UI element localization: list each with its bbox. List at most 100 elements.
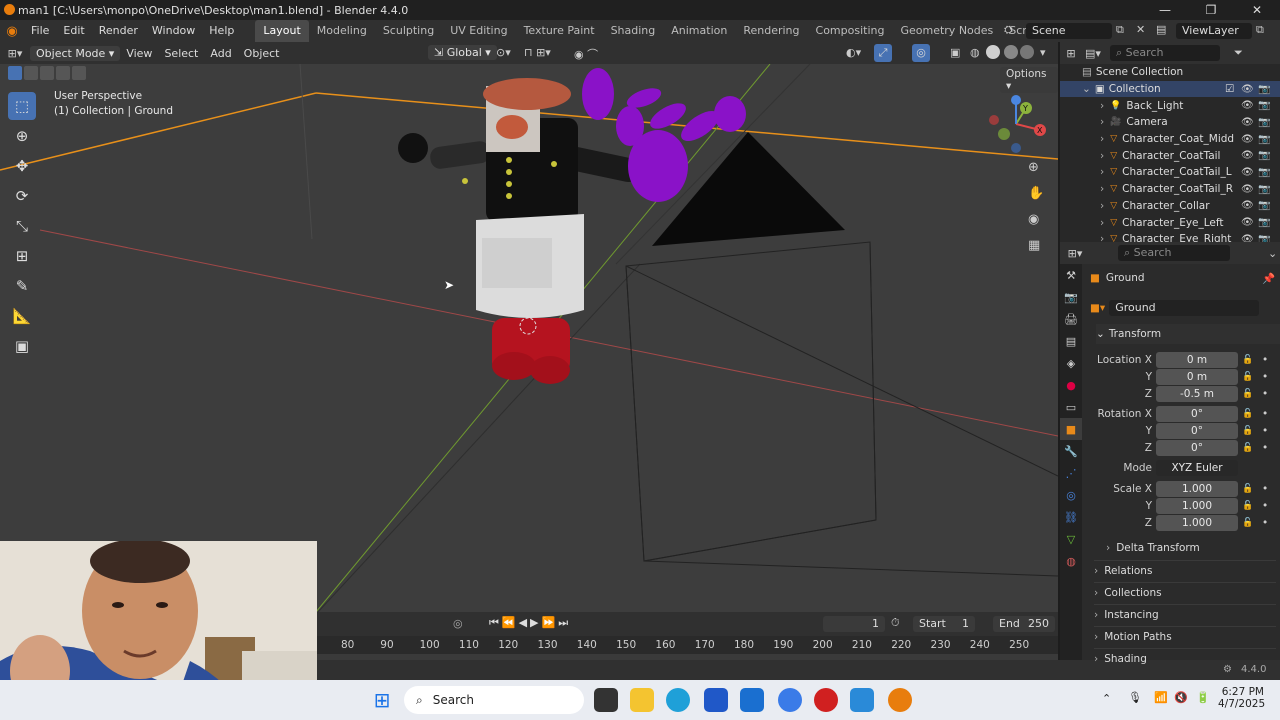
expand-icon[interactable]: › <box>1100 150 1104 162</box>
tab-geometry-nodes[interactable]: Geometry Nodes <box>892 20 1001 42</box>
camera-render-icon[interactable]: 📷 <box>1258 167 1270 178</box>
tool-tab-icon[interactable]: ⚒ <box>1060 264 1082 286</box>
new-scene-icon[interactable]: ⧉ <box>1116 23 1124 37</box>
navigation-gizmo[interactable]: Y X <box>986 94 1046 154</box>
lock-icon[interactable]: 🔓 <box>1242 426 1253 436</box>
timeline[interactable]: ◎ ⏮⏪◀▶⏩⏭ 1 ⏱ Start 1 End 250 80 90 100 110 120… <box>317 612 1058 660</box>
collection-checkbox[interactable]: ☑ <box>1225 83 1234 95</box>
view-layer-tab-icon[interactable]: ▤ <box>1060 330 1082 352</box>
tab-animation[interactable]: Animation <box>663 20 735 42</box>
panel-relations[interactable]: › Relations <box>1094 560 1276 580</box>
outliner-item[interactable]: › ▽ Character_Eye_Left 👁 📷 <box>1060 214 1280 231</box>
collapse-icon[interactable]: ⌄ <box>1082 83 1091 95</box>
data-tab-icon[interactable]: ▽ <box>1060 528 1082 550</box>
material-shading-icon[interactable] <box>1004 45 1018 59</box>
rotate-icon[interactable]: ⟳ <box>8 182 36 210</box>
eye-icon[interactable]: 👁 <box>1241 184 1254 195</box>
camera-render-icon[interactable]: 📷 <box>1258 100 1270 111</box>
panel-collections[interactable]: › Collections <box>1094 582 1276 602</box>
object-tab-icon[interactable]: ■ <box>1060 418 1082 440</box>
location-x-field[interactable]: 0 m <box>1156 352 1238 368</box>
menu-render[interactable]: Render <box>92 20 145 42</box>
blender-taskbar-icon[interactable] <box>888 688 912 712</box>
tab-sculpting[interactable]: Sculpting <box>375 20 442 42</box>
camera-render-icon[interactable]: 📷 <box>1258 117 1270 128</box>
panel-shading[interactable]: › Shading <box>1094 648 1276 668</box>
properties-options-icon[interactable]: ⌄ <box>1268 247 1277 260</box>
select-intersect-icon[interactable] <box>72 66 86 80</box>
tab-rendering[interactable]: Rendering <box>735 20 807 42</box>
outliner-item[interactable]: › ▽ Character_CoatTail_L 👁 📷 <box>1060 164 1280 181</box>
snap-icon[interactable]: ⊓ ⊞▾ <box>524 46 551 59</box>
scale-x-field[interactable]: 1.000 <box>1156 481 1238 497</box>
battery-icon[interactable]: 🔋 <box>1196 691 1210 704</box>
tab-uv-editing[interactable]: UV Editing <box>442 20 515 42</box>
zoom-icon[interactable]: ⊕ <box>1028 160 1039 175</box>
keyframe-dot-icon[interactable]: • <box>1262 408 1268 420</box>
location-y-field[interactable]: 0 m <box>1156 369 1238 385</box>
outliner-search-input[interactable]: ⌕ Search <box>1110 45 1220 61</box>
lock-icon[interactable]: 🔓 <box>1242 355 1253 365</box>
wireframe-shading-icon[interactable]: ◍ <box>970 46 980 59</box>
collection-tab-icon[interactable]: ▭ <box>1060 396 1082 418</box>
orientation-dropdown[interactable]: ⇲ Global ▾ <box>428 45 497 60</box>
camera-view-icon[interactable]: ◉ <box>1028 212 1039 227</box>
eye-icon[interactable]: 👁 <box>1241 134 1254 145</box>
outliner-item[interactable]: › 🎥 Camera 👁 📷 <box>1060 114 1280 131</box>
material-tab-icon[interactable]: ◍ <box>1060 550 1082 572</box>
3d-viewport[interactable]: User Perspective (1) Collection | Ground… <box>0 64 1058 612</box>
tab-texture-paint[interactable]: Texture Paint <box>516 20 603 42</box>
outliner-item[interactable]: › 💡 Back_Light 👁 📷 <box>1060 97 1280 114</box>
expand-icon[interactable]: › <box>1100 183 1104 195</box>
proportional-edit-icon[interactable]: ◉ ⌒ <box>574 46 598 62</box>
blender-menu-icon[interactable]: ◉ <box>0 24 24 39</box>
eye-icon[interactable]: 👁 <box>1241 200 1254 211</box>
tray-chevron-icon[interactable]: ⌃ <box>1102 692 1111 705</box>
scale-y-field[interactable]: 1.000 <box>1156 498 1238 514</box>
transform-panel-header[interactable]: ⌄ Transform <box>1096 324 1280 344</box>
pin-icon[interactable]: 📌 <box>1262 272 1275 285</box>
volume-icon[interactable]: 🔇 <box>1174 691 1188 704</box>
render-tab-icon[interactable]: 📷 <box>1060 286 1082 308</box>
menu-file[interactable]: File <box>24 20 56 42</box>
panel-instancing[interactable]: › Instancing <box>1094 604 1276 624</box>
expand-icon[interactable]: › <box>1100 200 1104 212</box>
overlay-toggle-icon[interactable]: ◎ <box>912 44 930 62</box>
keyframe-dot-icon[interactable]: • <box>1262 388 1268 400</box>
clock[interactable]: 6:27 PM 4/7/2025 <box>1218 686 1265 710</box>
menu-object[interactable]: Object <box>238 47 286 60</box>
tab-compositing[interactable]: Compositing <box>808 20 893 42</box>
collection-row[interactable]: ⌄ ▣ Collection ☑ 👁 📷 <box>1060 80 1280 98</box>
mode-dropdown[interactable]: Object Mode ▾ <box>30 45 121 61</box>
solid-shading-icon[interactable] <box>986 45 1000 59</box>
constraints-tab-icon[interactable]: ⛓ <box>1060 506 1082 528</box>
panel-delta-transform[interactable]: › Delta Transform <box>1106 538 1276 558</box>
camera-render-icon[interactable]: 📷 <box>1258 150 1270 161</box>
outliner-item[interactable]: › ▽ Character_Collar 👁 📷 <box>1060 198 1280 215</box>
visibility-icon[interactable]: ◐▾ <box>846 46 861 59</box>
properties-editor-icon[interactable]: ⊞▾ <box>1060 247 1090 260</box>
minimize-button[interactable]: — <box>1142 0 1188 20</box>
camera-render-icon[interactable]: 📷 <box>1258 200 1270 211</box>
datablock-icon[interactable]: ■▾ <box>1090 302 1105 314</box>
keyframe-dot-icon[interactable]: • <box>1262 425 1268 437</box>
file-explorer-icon[interactable] <box>630 688 654 712</box>
scene-selector[interactable]: Scene <box>1026 23 1112 39</box>
rotation-y-field[interactable]: 0° <box>1156 423 1238 439</box>
expand-icon[interactable]: › <box>1100 116 1104 128</box>
tab-modeling[interactable]: Modeling <box>309 20 375 42</box>
editor-type-icon[interactable]: ⊞▾ <box>0 47 30 60</box>
keyframe-dot-icon[interactable]: • <box>1262 442 1268 454</box>
rotation-x-field[interactable]: 0° <box>1156 406 1238 422</box>
lock-icon[interactable]: 🔓 <box>1242 518 1253 528</box>
remove-scene-icon[interactable]: ✕ <box>1136 23 1145 36</box>
rotation-z-field[interactable]: 0° <box>1156 440 1238 456</box>
outlook-icon[interactable] <box>740 688 764 712</box>
move-icon[interactable]: ✥ <box>8 152 36 180</box>
gizmo-toggle-icon[interactable]: ⤢ <box>874 44 892 62</box>
paint-icon[interactable] <box>850 688 874 712</box>
keyframe-dot-icon[interactable]: • <box>1262 371 1268 383</box>
edge-browser-icon[interactable] <box>666 688 690 712</box>
wifi-icon[interactable]: 📶 <box>1154 691 1168 704</box>
taskbar-search-input[interactable]: ⌕ Search <box>404 686 584 714</box>
